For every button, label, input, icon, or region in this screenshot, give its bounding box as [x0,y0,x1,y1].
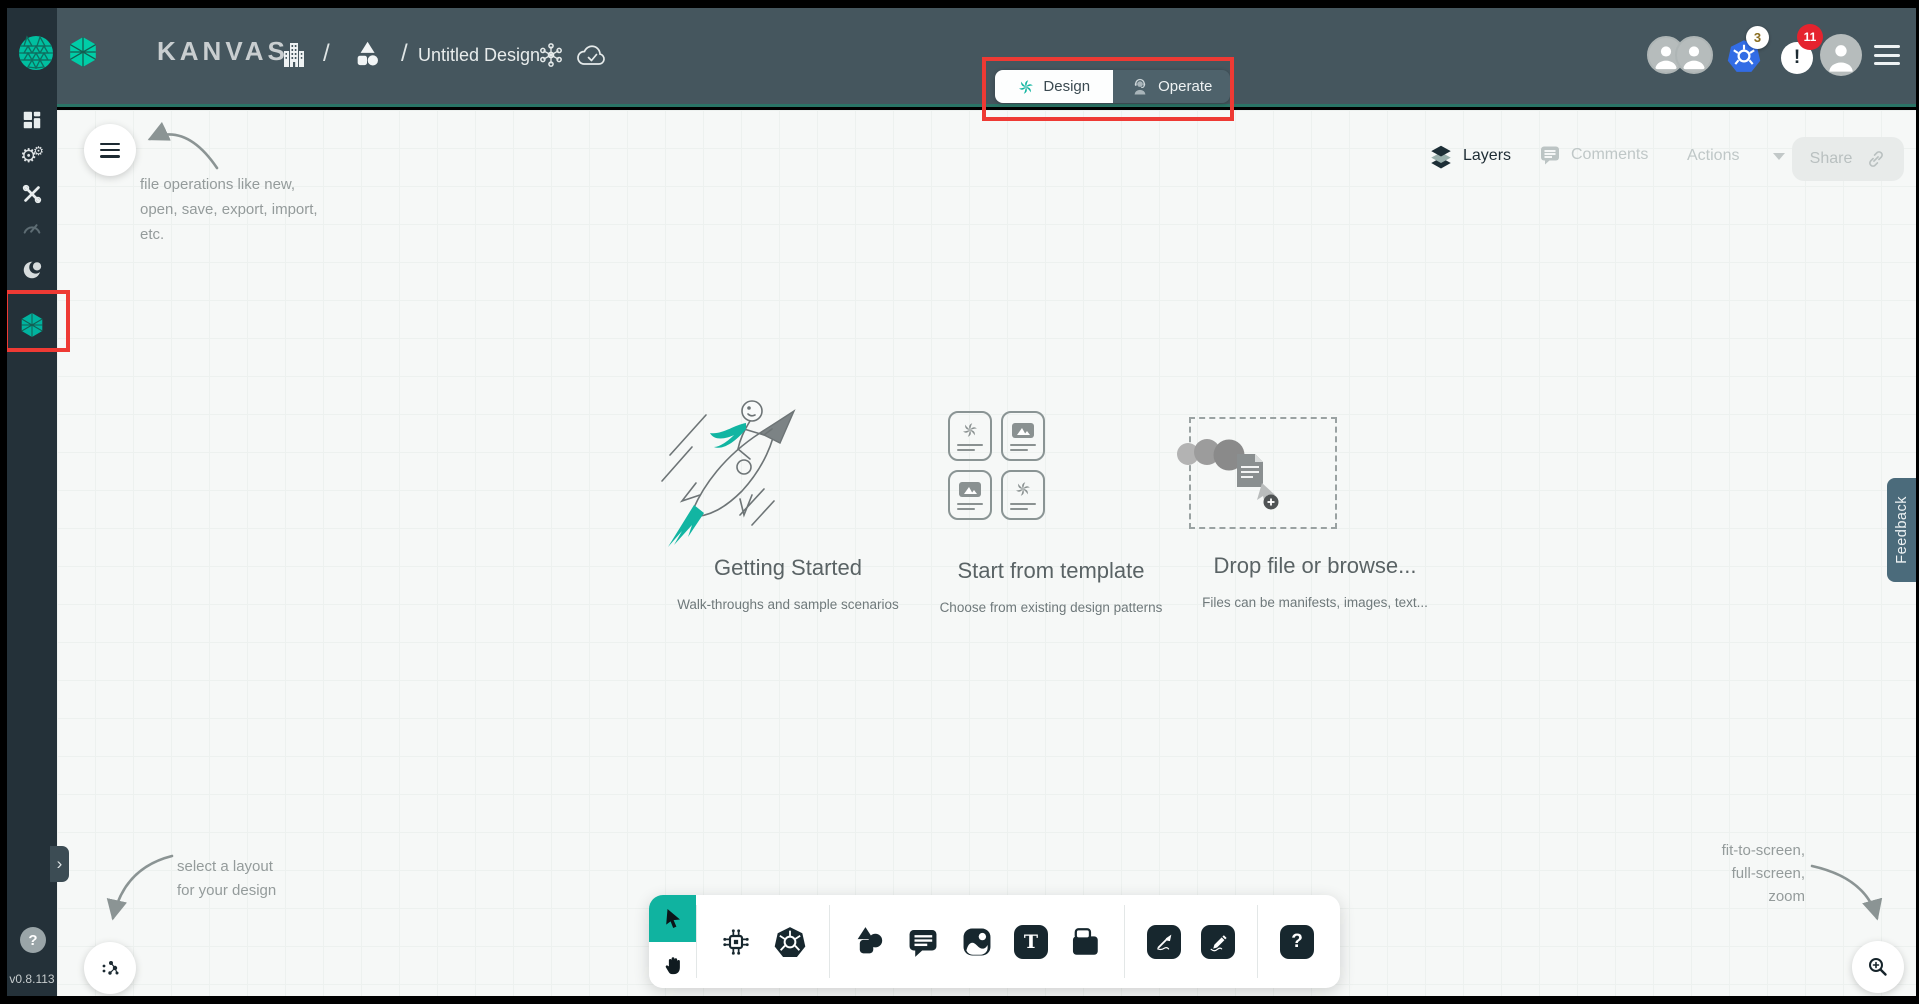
menu-icon[interactable] [1874,45,1900,65]
comment-icon [906,925,940,959]
screen-frame [0,0,7,1004]
cursor-icon [661,906,685,930]
text-tool-glyph: T [1024,931,1038,953]
configuration-tools-icon[interactable] [20,182,44,206]
tab-design-label: Design [1043,78,1090,95]
share-label: Share [1810,150,1853,168]
app-header: KANVAS / / Untitled Design [57,8,1916,107]
kanvas-logo-icon [68,36,98,68]
kanvas-wordmark: KANVAS [157,36,289,67]
shapes-tool[interactable] [852,925,886,959]
mode-toggle: Design Operate [995,70,1230,103]
image-tool[interactable] [960,925,994,959]
pen-tool[interactable] [1147,925,1181,959]
kubernetes-context-badge: 3 [1746,26,1769,49]
feedback-tab[interactable]: Feedback [1887,478,1916,582]
annotation-file-operations: file operations like new, open, save, ex… [140,172,318,247]
text-tool[interactable]: T [1014,925,1048,959]
comments-icon [1538,143,1562,167]
screen-frame [0,0,1919,8]
design-spiral-icon [1017,78,1035,96]
cloud-saved-icon[interactable] [576,44,608,68]
performance-gauge-icon[interactable] [20,216,44,240]
layout-button[interactable] [84,942,136,994]
pan-tool[interactable] [649,942,696,989]
pencil-icon [1207,931,1229,953]
tab-design[interactable]: Design [995,70,1113,103]
annotation-select-layout: select a layout for your design [177,855,276,903]
help-tool[interactable]: ? [1280,925,1314,959]
layers-icon [1428,143,1454,169]
cursor-tool-column [649,895,696,988]
comments-label: Comments [1571,146,1648,164]
feedback-label: Feedback [1894,496,1910,564]
zoom-button[interactable] [1852,941,1904,993]
components-tool[interactable] [719,925,753,959]
comments-button[interactable]: Comments [1538,143,1648,167]
layers-button[interactable]: Layers [1428,143,1511,169]
select-tool[interactable] [649,895,696,942]
pencil-tool[interactable] [1201,925,1235,959]
chip-icon [720,926,752,958]
tab-operate[interactable]: Operate [1113,70,1231,103]
designs-icon[interactable] [353,40,381,68]
kubernetes-tool[interactable] [773,925,807,959]
template-tile-image [948,470,992,520]
hamburger-icon [100,143,120,158]
template-tile-spiral [948,411,992,461]
lifecycle-gears-icon[interactable]: ⚙ ⚙ [20,144,44,168]
dashboard-icon[interactable] [20,108,44,132]
breadcrumb-separator: / [401,40,408,68]
annotation-zoom-controls: fit-to-screen, full-screen, zoom [1722,839,1805,908]
tab-operate-label: Operate [1158,78,1212,95]
hand-icon [662,954,684,976]
kubernetes-wheel-icon [773,925,807,959]
design-name[interactable]: Untitled Design [418,45,540,66]
actions-dropdown[interactable]: Actions [1687,147,1786,165]
kanvas-hexagon-icon[interactable] [20,313,44,337]
image-icon [960,925,994,959]
canvas-toolbar: T [649,895,1340,988]
design-canvas[interactable]: file operations like new, open, save, ex… [57,110,1916,996]
version-label: v0.8.113 [7,972,57,986]
sidebar-expand-chevron[interactable]: › [50,846,69,882]
template-tile-spiral [1001,470,1045,520]
getting-started-rocket-illustration[interactable] [648,397,818,549]
screen-frame [0,996,1919,1004]
drop-file-subtitle: Files can be manifests, images, text... [1108,595,1522,610]
help-tool-glyph: ? [1291,931,1303,953]
organization-icon[interactable] [281,40,307,70]
node-tool[interactable] [1068,925,1102,959]
meshery-logo [17,34,55,72]
actions-label: Actions [1687,147,1739,165]
template-tile-image [1001,411,1045,461]
validate-icon[interactable] [538,42,564,68]
notification-badge: 11 [1797,24,1823,50]
node-shape-icon [1068,925,1102,959]
comment-tool[interactable] [906,925,940,959]
collaborator-avatar[interactable] [1675,36,1713,74]
profile-avatar[interactable] [1820,34,1862,76]
drop-file-title[interactable]: Drop file or browse... [1128,553,1502,579]
dropzone-illustration [1189,417,1337,529]
alert-icon[interactable]: ! 11 [1781,42,1813,74]
share-button[interactable]: Share [1792,137,1904,181]
help-icon[interactable]: ? [20,927,46,953]
link-icon [1866,149,1886,169]
extensions-icon[interactable] [20,258,44,282]
kubernetes-context-icon[interactable]: 3 [1726,38,1766,78]
operate-headset-icon [1130,77,1150,97]
shapes-icon [852,925,886,959]
zoom-in-icon [1866,955,1890,979]
pen-icon [1153,931,1175,953]
chevron-down-icon [1772,151,1786,161]
file-menu-button[interactable] [84,124,136,176]
template-tiles[interactable] [948,411,1045,520]
layers-label: Layers [1463,147,1511,165]
layout-graph-icon [99,957,121,979]
breadcrumb-separator: / [323,40,330,68]
